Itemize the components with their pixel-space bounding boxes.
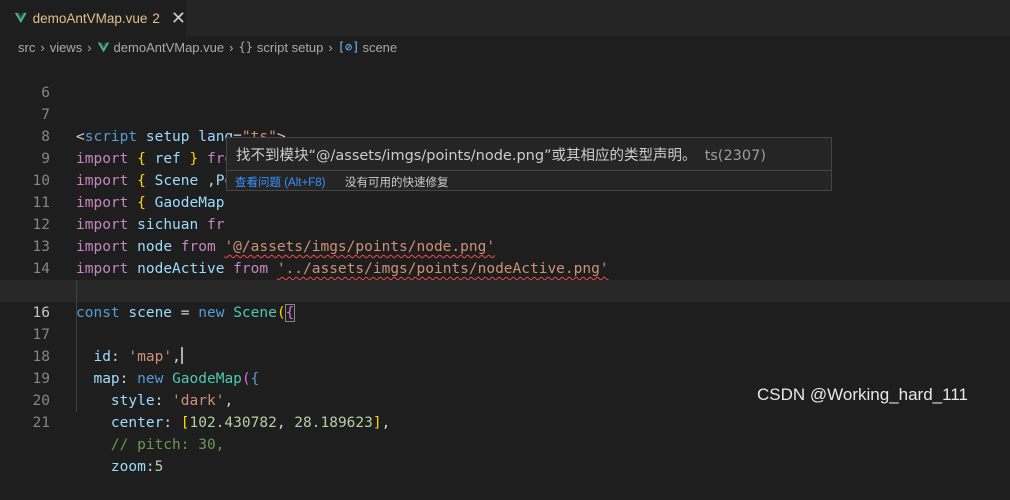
code-line: 14 xyxy=(0,236,1010,277)
indent-guide xyxy=(76,390,77,412)
watermark: CSDN @Working_hard_111 xyxy=(757,385,968,404)
shortcut-label: (Alt+F8) xyxy=(284,177,326,189)
error-code: ts(2307) xyxy=(704,148,767,164)
breadcrumb-script-setup[interactable]: script setup xyxy=(257,40,323,55)
breadcrumb-file[interactable]: demoAntVMap.vue xyxy=(114,40,225,55)
breadcrumb-src[interactable]: src xyxy=(18,40,35,55)
line-code: // pitch: 30, xyxy=(110,437,225,453)
chevron-right-icon: › xyxy=(87,39,92,55)
variable-symbol-icon: [⊘] xyxy=(337,40,360,54)
line-code: center: [102.430782, 28.189623], xyxy=(110,415,391,431)
braces-icon: {} xyxy=(238,40,253,54)
code-line: 7 <script setup lang="ts"> xyxy=(0,82,1010,145)
error-hover-tooltip: 找不到模块“@/assets/imgs/points/node.png”或其相应… xyxy=(226,137,832,191)
chevron-right-icon: › xyxy=(328,39,333,55)
code-line: 15 const scene = new Scene({ xyxy=(0,258,1010,322)
code-line: 8 import { ref } from 'vue' xyxy=(0,104,1010,167)
code-line: 13 import nodeActive from '../assets/img… xyxy=(0,214,1010,277)
line-code: zoom:5 xyxy=(110,459,164,475)
no-quick-fix-label: 没有可用的快速修复 xyxy=(345,177,449,189)
hover-message: 找不到模块“@/assets/imgs/points/node.png”或其相应… xyxy=(236,144,766,165)
vue-file-icon xyxy=(97,42,109,52)
code-line-active: 16 id: 'map', xyxy=(0,280,1010,365)
breadcrumb-scene[interactable]: scene xyxy=(362,40,397,55)
divider xyxy=(227,170,831,171)
view-problem-link[interactable]: 查看问题 (Alt+F8) xyxy=(235,174,325,190)
line-number: 21 xyxy=(32,415,50,431)
indent-guide xyxy=(76,324,77,346)
indent-guide xyxy=(76,302,77,324)
error-message: 找不到模块“@/assets/imgs/points/node.png”或其相应… xyxy=(236,148,697,164)
tab-demoantvmap[interactable]: demoAntVMap.vue 2 ✕ xyxy=(0,0,186,36)
code-line: 19 center: [102.430782, 28.189623], xyxy=(0,346,1010,431)
tab-title: demoAntVMap.vue xyxy=(32,10,148,26)
code-line: 17 map: new GaodeMap({ xyxy=(0,302,1010,387)
indent-guide xyxy=(76,368,77,390)
code-line: 6 xyxy=(0,60,1010,101)
indent-guide xyxy=(76,280,77,302)
chevron-right-icon: › xyxy=(229,39,234,55)
chevron-right-icon: › xyxy=(40,39,45,55)
code-editor[interactable]: 6 7 <script setup lang="ts"> 8 import { … xyxy=(0,60,1010,475)
breadcrumb-views[interactable]: views xyxy=(50,40,83,55)
code-line: 12 import node from '@/assets/imgs/point… xyxy=(0,192,1010,255)
close-icon[interactable]: ✕ xyxy=(171,9,186,27)
problem-count-badge: 2 xyxy=(152,10,160,26)
code-line: 18 style: 'dark', xyxy=(0,324,1010,409)
breadcrumb: src › views › demoAntVMap.vue › {} scrip… xyxy=(0,36,1010,58)
vue-file-icon xyxy=(14,12,27,24)
view-problem-label: 查看问题 xyxy=(235,177,281,189)
indent-guide xyxy=(76,346,77,368)
editor-tab-bar: demoAntVMap.vue 2 ✕ xyxy=(0,0,1010,36)
